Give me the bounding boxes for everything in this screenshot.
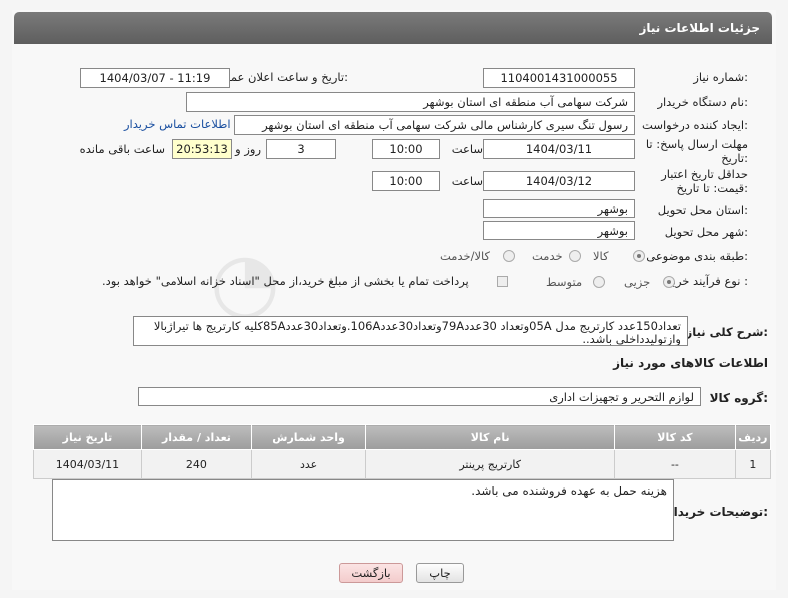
days-label: روز و	[235, 142, 261, 156]
category-radio-service[interactable]	[569, 250, 581, 262]
cell-row: 1	[734, 449, 772, 479]
province-field: بوشهر	[483, 199, 635, 218]
goods-table: ردیف کد کالا نام کالا واحد شمارش تعداد /…	[33, 424, 772, 479]
announce-label: تاریخ و ساعت اعلان عمومی:	[209, 70, 348, 84]
creator-field: رسول تنگ سیری کارشناس مالی شرکت سهامی آب…	[234, 115, 635, 135]
buyer-notes-textarea[interactable]: هزینه حمل به عهده فروشنده می باشد.	[52, 479, 674, 541]
back-button[interactable]: بازگشت	[339, 563, 403, 583]
buyer-contact-link[interactable]: اطلاعات تماس خریدار	[124, 117, 231, 131]
goods-table-header: ردیف کد کالا نام کالا واحد شمارش تعداد /…	[33, 424, 772, 450]
creator-label: ایجاد کننده درخواست:	[642, 118, 748, 132]
remaining-time-field: 20:53:13	[172, 139, 232, 159]
days-field: 3	[266, 139, 336, 159]
province-label: استان محل تحویل:	[657, 203, 748, 217]
col-date: تاریخ نیاز	[33, 424, 142, 450]
category-option-goods-service: کالا/خدمت	[440, 249, 491, 263]
goods-group-field: لوازم التحریر و تجهیزات اداری	[138, 387, 701, 406]
process-label: نوع فرآیند خرید :	[666, 274, 748, 288]
need-number-label: شماره نیاز:	[693, 70, 748, 84]
goods-section-title: اطلاعات کالاهای مورد نیاز	[613, 356, 768, 370]
buyer-field: شرکت سهامی آب منطقه ای استان بوشهر	[186, 92, 635, 112]
deadline-label: مهلت ارسال پاسخ: تا تاریخ:	[645, 137, 748, 165]
page-header: جزئیات اطلاعات نیاز	[14, 12, 772, 44]
category-option-service: خدمت	[532, 249, 563, 263]
col-code: کد کالا	[614, 424, 736, 450]
buyer-notes-label: توضیحات خریدار:	[666, 505, 768, 519]
deadline-time-field: 10:00	[372, 139, 440, 159]
remaining-label: ساعت باقی مانده	[79, 142, 165, 156]
treasury-note: پرداخت تمام یا بخشی از مبلغ خرید،از محل …	[102, 274, 469, 288]
deadline-date-field: 1404/03/11	[483, 139, 635, 159]
process-option-minor: جزیی	[624, 275, 651, 289]
city-field: بوشهر	[483, 221, 635, 240]
description-textarea[interactable]: تعداد150عدد کارتریج مدل 05Aوتعداد 30عدد7…	[133, 316, 688, 346]
cell-code: --	[614, 449, 736, 479]
process-option-medium: متوسط	[546, 275, 583, 289]
goods-group-label: گروه کالا:	[709, 391, 768, 405]
buyer-label: نام دستگاه خریدار:	[657, 95, 748, 109]
validity-time-field: 10:00	[372, 171, 440, 191]
table-row: 1 -- کارتریج پرینتر عدد 240 1404/03/11	[33, 449, 772, 479]
deadline-time-label: ساعت	[451, 142, 483, 156]
city-label: شهر محل تحویل:	[664, 225, 748, 239]
process-radio-medium[interactable]	[593, 276, 605, 288]
validity-label: حداقل تاریخ اعتبار قیمت: تا تاریخ:	[661, 167, 748, 195]
cell-unit: عدد	[250, 449, 367, 479]
validity-date-field: 1404/03/12	[483, 171, 635, 191]
description-label: شرح کلی نیاز:	[685, 325, 768, 339]
treasury-checkbox[interactable]	[497, 276, 508, 287]
category-option-goods: کالا	[593, 249, 609, 263]
category-label: طبقه بندی موضوعی:	[646, 249, 748, 263]
category-radio-goods[interactable]	[633, 250, 645, 262]
validity-time-label: ساعت	[451, 174, 483, 188]
col-unit: واحد شمارش	[250, 424, 367, 450]
cell-name: کارتریج پرینتر	[365, 449, 616, 479]
need-number-field: 1104001431000055	[483, 68, 635, 88]
cell-qty: 240	[140, 449, 252, 479]
process-radio-minor[interactable]	[663, 276, 675, 288]
print-button[interactable]: چاپ	[416, 563, 464, 583]
col-name: نام کالا	[365, 424, 616, 450]
page-title: جزئیات اطلاعات نیاز	[639, 21, 760, 35]
col-qty: تعداد / مقدار	[140, 424, 252, 450]
cell-date: 1404/03/11	[33, 449, 142, 479]
announce-field: 1404/03/07 - 11:19	[80, 68, 230, 88]
category-radio-goods-service[interactable]	[503, 250, 515, 262]
col-row: ردیف	[734, 424, 772, 450]
